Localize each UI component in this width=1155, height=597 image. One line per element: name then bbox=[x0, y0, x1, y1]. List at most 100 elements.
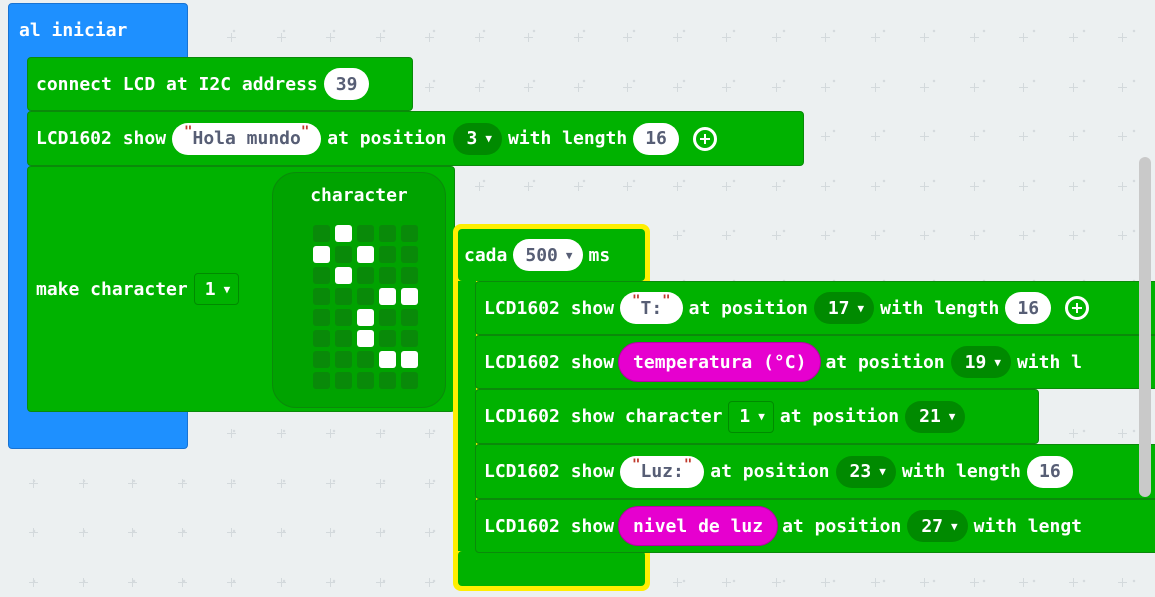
temperature-with-length-label: with l bbox=[1016, 351, 1082, 373]
chevron-down-icon: ▼ bbox=[994, 355, 1001, 369]
led-cell[interactable] bbox=[335, 309, 352, 326]
led-cell[interactable] bbox=[379, 225, 396, 242]
light-position-value: 27 bbox=[921, 515, 943, 537]
every-block-body[interactable] bbox=[458, 281, 476, 551]
led-cell[interactable] bbox=[379, 351, 396, 368]
light-position-dropdown[interactable]: 27 ▼ bbox=[907, 510, 968, 542]
led-cell[interactable] bbox=[313, 288, 330, 305]
led-cell[interactable] bbox=[313, 267, 330, 284]
show-luz-block[interactable]: LCD1602 show Luz: at position 23 ▼ with l… bbox=[475, 444, 1155, 499]
show-hello-block[interactable]: LCD1602 show Hola mundo at position 3▼ w… bbox=[27, 111, 804, 166]
light-level-variable[interactable]: nivel de luz bbox=[618, 506, 779, 546]
hello-text-value: Hola mundo bbox=[192, 128, 301, 149]
t-position-dropdown[interactable]: 17 ▼ bbox=[813, 292, 875, 324]
chevron-down-icon: ▼ bbox=[879, 465, 886, 478]
show-temperature-block[interactable]: LCD1602 show temperatura (°C) at positio… bbox=[475, 335, 1155, 389]
luz-text-input[interactable]: Luz: bbox=[620, 455, 705, 488]
led-cell[interactable] bbox=[357, 351, 374, 368]
light-at-position-label: at position bbox=[782, 515, 902, 537]
show-character-prefix: LCD1602 show character bbox=[484, 406, 723, 427]
every-label: cada bbox=[464, 244, 508, 266]
led-cell[interactable] bbox=[335, 267, 352, 284]
led-cell[interactable] bbox=[379, 246, 396, 263]
character-position-dropdown[interactable]: 21 ▼ bbox=[905, 400, 966, 433]
show-light-level-block[interactable]: LCD1602 show nivel de luz at position 27… bbox=[475, 499, 1155, 553]
show-luz-prefix: LCD1602 show bbox=[484, 461, 615, 482]
character-index-value: 1 bbox=[204, 278, 216, 300]
t-text-value: T: bbox=[640, 297, 663, 319]
led-cell[interactable] bbox=[379, 309, 396, 326]
led-cell[interactable] bbox=[313, 246, 330, 263]
every-block-footer[interactable] bbox=[458, 551, 645, 586]
every-block[interactable]: cada 500 ▼ ms bbox=[458, 229, 645, 281]
chevron-down-icon: ▼ bbox=[223, 282, 231, 296]
show-t-block[interactable]: LCD1602 show T: at position 17 ▼ with len… bbox=[475, 281, 1155, 335]
show-light-prefix: LCD1602 show bbox=[484, 515, 615, 537]
led-cell[interactable] bbox=[379, 330, 396, 347]
character-index-dropdown[interactable]: 1 ▼ bbox=[193, 273, 240, 305]
led-cell[interactable] bbox=[313, 330, 330, 347]
led-cell[interactable] bbox=[357, 372, 374, 389]
show-hello-prefix: LCD1602 show bbox=[36, 128, 167, 149]
temperature-at-position-label: at position bbox=[825, 351, 945, 373]
led-cell[interactable] bbox=[379, 267, 396, 284]
character-title: character bbox=[310, 185, 408, 206]
luz-length-input[interactable]: 16 bbox=[1027, 455, 1073, 488]
led-cell[interactable] bbox=[335, 330, 352, 347]
character-position-value: 21 bbox=[919, 406, 941, 427]
led-cell[interactable] bbox=[357, 225, 374, 242]
led-cell[interactable] bbox=[335, 225, 352, 242]
led-cell[interactable] bbox=[313, 372, 330, 389]
add-parameter-icon[interactable] bbox=[1065, 296, 1090, 320]
i2c-address-input[interactable]: 39 bbox=[323, 68, 370, 100]
led-cell[interactable] bbox=[313, 225, 330, 242]
temperature-position-value: 19 bbox=[964, 351, 987, 373]
connect-lcd-block[interactable]: connect LCD at I2C address 39 bbox=[27, 57, 413, 111]
light-with-length-label: with lengt bbox=[973, 515, 1082, 537]
luz-text-value: Luz: bbox=[640, 461, 684, 482]
led-cell[interactable] bbox=[401, 351, 418, 368]
led-cell[interactable] bbox=[335, 351, 352, 368]
show-t-prefix: LCD1602 show bbox=[484, 297, 615, 319]
led-cell[interactable] bbox=[379, 372, 396, 389]
led-cell[interactable] bbox=[401, 309, 418, 326]
hello-position-dropdown[interactable]: 3 ▼ bbox=[452, 122, 502, 155]
make-character-label: make character bbox=[36, 278, 188, 300]
led-cell[interactable] bbox=[313, 351, 330, 368]
hello-length-input[interactable]: 16 bbox=[633, 122, 679, 155]
chevron-down-icon: ▼ bbox=[948, 410, 956, 423]
vertical-scrollbar[interactable] bbox=[1139, 157, 1151, 497]
show-character-index-value: 1 bbox=[739, 406, 751, 427]
led-cell[interactable] bbox=[357, 309, 374, 326]
hello-text-input[interactable]: Hola mundo bbox=[172, 122, 322, 155]
add-parameter-icon[interactable] bbox=[692, 126, 717, 151]
led-cell[interactable] bbox=[401, 288, 418, 305]
temperature-position-dropdown[interactable]: 19 ▼ bbox=[950, 346, 1011, 378]
led-cell[interactable] bbox=[335, 288, 352, 305]
led-cell[interactable] bbox=[335, 246, 352, 263]
luz-position-dropdown[interactable]: 23 ▼ bbox=[835, 455, 896, 488]
show-character-index-dropdown[interactable]: 1 ▼ bbox=[728, 400, 774, 433]
led-cell[interactable] bbox=[357, 288, 374, 305]
led-cell[interactable] bbox=[401, 267, 418, 284]
led-cell[interactable] bbox=[401, 372, 418, 389]
led-cell[interactable] bbox=[401, 246, 418, 263]
interval-dropdown[interactable]: 500 ▼ bbox=[513, 239, 583, 271]
led-cell[interactable] bbox=[313, 309, 330, 326]
show-character-block[interactable]: LCD1602 show character 1 ▼ at position 21… bbox=[475, 389, 1039, 444]
led-cell[interactable] bbox=[379, 288, 396, 305]
led-cell[interactable] bbox=[357, 246, 374, 263]
led-cell[interactable] bbox=[335, 372, 352, 389]
t-with-length-label: with length bbox=[880, 297, 1000, 319]
led-cell[interactable] bbox=[401, 330, 418, 347]
temperature-variable[interactable]: temperatura (°C) bbox=[618, 342, 822, 382]
luz-position-value: 23 bbox=[849, 461, 872, 482]
every-unit: ms bbox=[588, 244, 611, 266]
t-length-input[interactable]: 16 bbox=[1005, 292, 1052, 324]
led-cell[interactable] bbox=[357, 330, 374, 347]
led-cell[interactable] bbox=[357, 267, 374, 284]
luz-with-length-label: with length bbox=[901, 461, 1022, 482]
led-cell[interactable] bbox=[401, 225, 418, 242]
t-text-input[interactable]: T: bbox=[620, 292, 683, 324]
chevron-down-icon: ▼ bbox=[857, 301, 865, 315]
